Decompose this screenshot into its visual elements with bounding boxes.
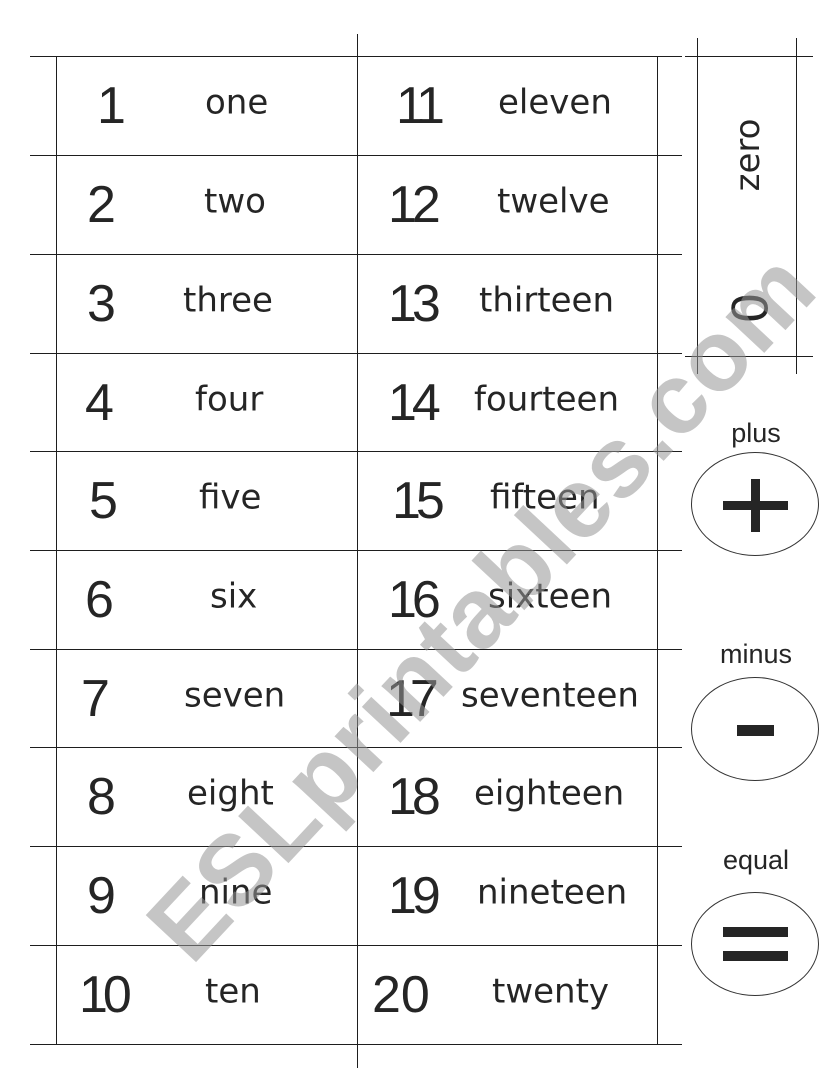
number-word: six [210,576,258,617]
number-word: fourteen [474,379,620,420]
number-word: three [183,280,273,321]
number-card: 12 twelve [358,156,657,254]
zero-card-border [685,356,813,357]
numeral: 20 [372,966,430,1024]
number-card: 3 three [57,255,357,353]
numeral: 10 [79,966,132,1024]
numeral: 4 [85,374,114,432]
number-card: 13 thirteen [358,255,657,353]
equal-label: equal [722,845,790,875]
number-word: twenty [492,971,610,1012]
grid-line [30,1044,682,1045]
numeral: 18 [388,768,441,826]
number-card: 15 fifteen [358,452,657,550]
number-word: four [195,379,264,420]
zero-card-border [697,38,698,374]
numeral: 3 [87,275,116,333]
number-word: nine [199,872,273,913]
minus-label: minus [719,639,793,669]
number-card: 2 two [57,156,357,254]
number-card: 14 fourteen [358,354,657,452]
numeral: 13 [388,275,441,333]
number-card: 19 nineteen [358,847,657,945]
number-word: seven [184,675,286,716]
number-card: 20 twenty [358,946,657,1044]
numeral: 11 [396,77,445,135]
number-card: 18 eighteen [358,748,657,846]
numeral: 9 [87,867,116,925]
numeral: 16 [388,571,441,629]
number-word: eighteen [474,773,625,814]
numeral: 1 [97,77,126,135]
number-word: thirteen [479,280,615,321]
number-card: 1 one [57,57,357,155]
plus-card [691,452,819,556]
number-word: five [199,477,262,518]
zero-card-border [796,38,797,374]
numeral: 12 [388,176,441,234]
numeral: 14 [388,374,441,432]
number-card: 9 nine [57,847,357,945]
number-word: two [204,181,266,222]
number-word: nineteen [477,872,628,913]
zero-word: zero [728,118,768,192]
minus-card [691,677,819,781]
plus-label: plus [731,418,781,448]
number-word: fifteen [490,477,600,518]
numeral: 8 [87,768,116,826]
equal-card [691,892,819,996]
number-card: 4 four [57,354,357,452]
numeral: 7 [81,670,110,728]
numeral: 6 [85,571,114,629]
zero-card-border [685,56,813,57]
numeral: 19 [388,867,441,925]
number-card: 7 seven [57,650,357,748]
number-word: seventeen [461,675,639,716]
number-word: one [205,82,269,123]
number-word: sixteen [488,576,612,617]
number-card: 5 five [57,452,357,550]
number-word: ten [205,971,261,1012]
number-card: 16 sixteen [358,551,657,649]
zero-numeral: 0 [721,293,780,323]
number-card: 17 seventeen [358,650,657,748]
number-card: 10 ten [57,946,357,1044]
numeral: 17 [386,670,439,728]
number-card: 8 eight [57,748,357,846]
number-word: eight [187,773,274,814]
grid-line [657,56,658,1044]
numeral: 5 [89,472,118,530]
numeral: 15 [392,472,445,530]
number-card: 11 eleven [358,57,657,155]
number-word: eleven [498,82,612,123]
number-word: twelve [497,181,610,222]
numeral: 2 [87,176,116,234]
number-card: 6 six [57,551,357,649]
